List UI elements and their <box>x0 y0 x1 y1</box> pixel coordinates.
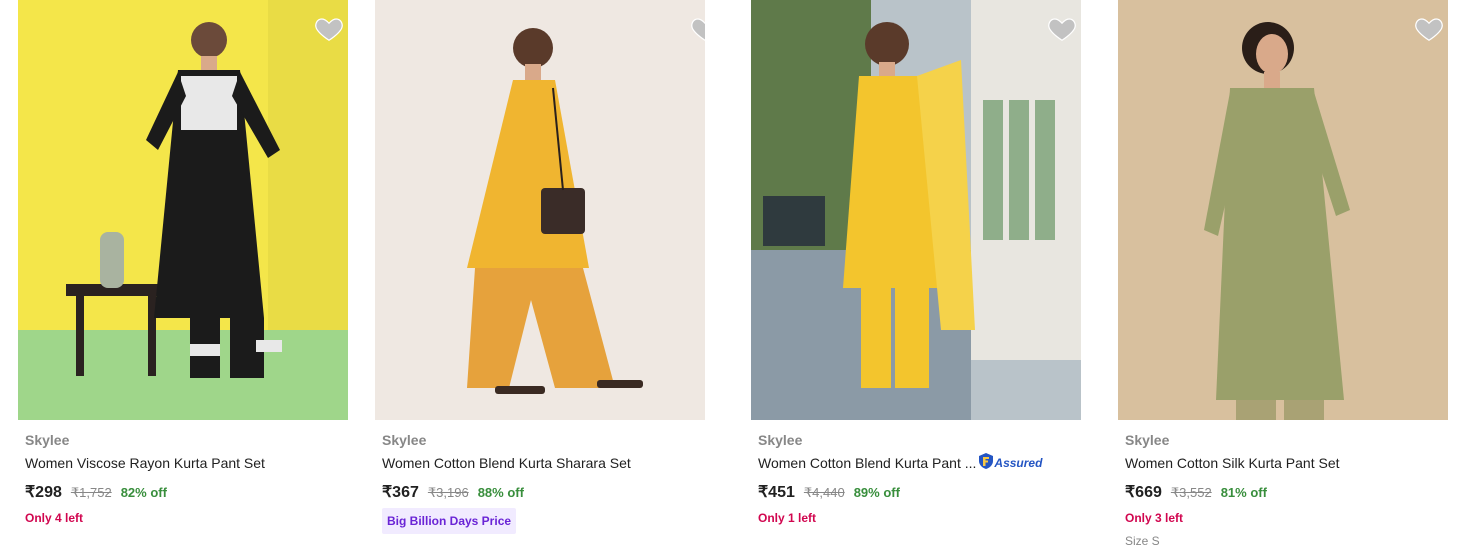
product-photo-cotton-kurta-pant <box>751 0 1081 420</box>
assured-label: Assured <box>994 456 1043 470</box>
size-hint: Size S <box>1125 534 1160 548</box>
product-price: ₹367 <box>382 484 419 501</box>
price-row: ₹451 ₹4,440 89% off <box>758 482 1074 502</box>
stock-indicator: Only 3 left <box>1125 511 1184 525</box>
wishlist-heart-icon[interactable] <box>1414 14 1444 44</box>
product-brand: Skylee <box>758 432 803 448</box>
wishlist-heart-icon[interactable] <box>314 14 344 44</box>
product-price: ₹669 <box>1125 484 1162 501</box>
product-brand: Skylee <box>382 432 427 448</box>
product-discount: 89% off <box>853 485 900 500</box>
product-price: ₹298 <box>25 484 62 501</box>
price-row: ₹669 ₹3,552 81% off <box>1125 482 1441 502</box>
product-card-4[interactable]: Skylee Women Cotton Silk Kurta Pant Set … <box>1118 0 1448 548</box>
product-title[interactable]: Women Cotton Silk Kurta Pant Set <box>1125 454 1441 472</box>
product-title-text: Women Viscose Rayon Kurta Pant Set <box>25 455 265 471</box>
product-image[interactable] <box>1118 0 1448 420</box>
stock-indicator: Only 4 left <box>25 511 84 525</box>
product-card-3[interactable]: Skylee Women Cotton Blend Kurta Pant ...… <box>751 0 1081 544</box>
product-photo-silk-kurta <box>1118 0 1448 420</box>
product-mrp: ₹3,196 <box>427 485 469 500</box>
product-mrp: ₹4,440 <box>803 485 845 500</box>
price-row: ₹367 ₹3,196 88% off <box>382 482 698 502</box>
product-brand: Skylee <box>25 432 70 448</box>
product-photo-sharara-set <box>375 0 705 420</box>
wishlist-heart-icon[interactable] <box>1047 14 1077 44</box>
flipkart-assured-shield-icon <box>978 452 994 474</box>
product-image[interactable] <box>18 0 348 420</box>
product-brand: Skylee <box>1125 432 1170 448</box>
product-title[interactable]: Women Cotton Blend Kurta Pant ... Assure… <box>758 452 1074 474</box>
product-card-2[interactable]: Skylee Women Cotton Blend Kurta Sharara … <box>375 0 705 544</box>
product-discount: 82% off <box>120 485 167 500</box>
product-title-text: Women Cotton Blend Kurta Sharara Set <box>382 455 631 471</box>
product-image[interactable] <box>375 0 705 420</box>
deal-badge: Big Billion Days Price <box>382 508 517 534</box>
product-title-text: Women Cotton Silk Kurta Pant Set <box>1125 455 1340 471</box>
product-photo-viscose-kurta <box>18 0 348 420</box>
stock-indicator: Only 1 left <box>758 511 817 525</box>
price-row: ₹298 ₹1,752 82% off <box>25 482 341 502</box>
product-mrp: ₹3,552 <box>1170 485 1212 500</box>
product-title[interactable]: Women Viscose Rayon Kurta Pant Set <box>25 454 341 472</box>
assured-badge: Assured <box>978 452 1042 474</box>
product-title-text: Women Cotton Blend Kurta Pant ... <box>758 455 977 471</box>
wishlist-heart-icon[interactable] <box>690 14 705 44</box>
product-title[interactable]: Women Cotton Blend Kurta Sharara Set <box>382 454 698 472</box>
product-card-1[interactable]: Skylee Women Viscose Rayon Kurta Pant Se… <box>18 0 348 544</box>
product-price: ₹451 <box>758 484 795 501</box>
product-discount: 88% off <box>477 485 524 500</box>
product-mrp: ₹1,752 <box>70 485 112 500</box>
product-discount: 81% off <box>1220 485 1267 500</box>
product-image[interactable] <box>751 0 1081 420</box>
